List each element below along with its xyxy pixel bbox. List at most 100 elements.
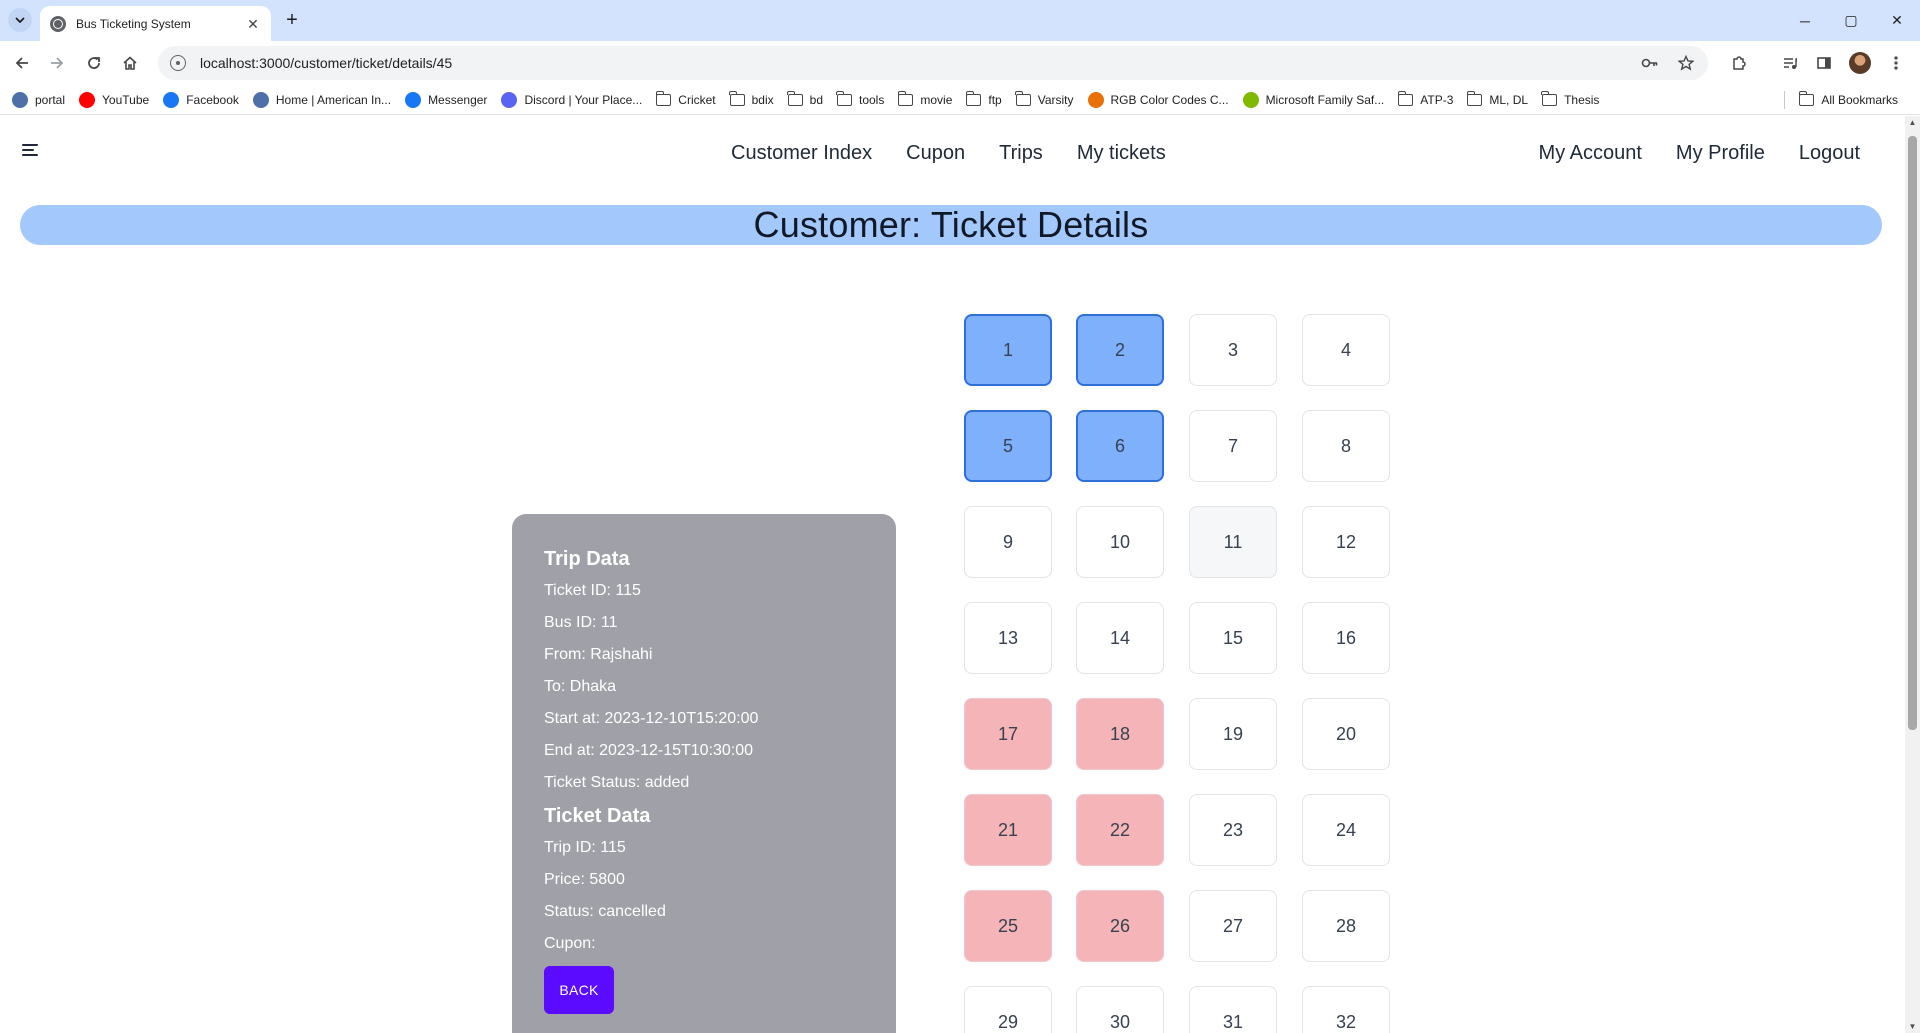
- seat-29[interactable]: 29: [964, 986, 1052, 1033]
- seat-16[interactable]: 16: [1302, 602, 1390, 674]
- bookmark-label: ftp: [988, 92, 1002, 107]
- all-bookmarks-button[interactable]: All Bookmarks: [1797, 88, 1906, 112]
- seat-4[interactable]: 4: [1302, 314, 1390, 386]
- home-icon[interactable]: [116, 49, 144, 77]
- back-arrow-icon[interactable]: [8, 49, 36, 77]
- seat-22[interactable]: 22: [1076, 794, 1164, 866]
- folder-icon: [787, 90, 803, 106]
- seat-31[interactable]: 31: [1189, 986, 1277, 1033]
- globe-icon: [50, 15, 66, 32]
- folder-icon: [1798, 90, 1815, 106]
- nav-my-profile[interactable]: My Profile: [1676, 142, 1765, 165]
- seat-10[interactable]: 10: [1076, 506, 1164, 578]
- seat-23[interactable]: 23: [1189, 794, 1277, 866]
- web-page: Customer Index Cupon Trips My tickets My…: [0, 116, 1920, 1033]
- forward-arrow-icon[interactable]: [43, 49, 71, 77]
- bookmark-item[interactable]: movie: [896, 88, 960, 112]
- site-info-icon[interactable]: [170, 55, 186, 71]
- trip-to: To: Dhaka: [544, 678, 617, 695]
- nav-customer-index[interactable]: Customer Index: [731, 142, 872, 165]
- bookmark-item[interactable]: RGB Color Codes C...: [1086, 88, 1237, 112]
- address-bar[interactable]: localhost:3000/customer/ticket/details/4…: [158, 46, 1708, 80]
- bookmark-item[interactable]: ML, DL: [1465, 88, 1536, 112]
- restore-button[interactable]: ▢: [1828, 0, 1874, 41]
- bookmark-star-icon[interactable]: [1672, 49, 1700, 77]
- page-scrollbar[interactable]: ▲ ▼: [1905, 116, 1920, 1033]
- url-text[interactable]: localhost:3000/customer/ticket/details/4…: [200, 55, 1636, 71]
- nav-cupon[interactable]: Cupon: [906, 142, 965, 165]
- extensions-puzzle-icon[interactable]: [1725, 49, 1753, 77]
- seat-7[interactable]: 7: [1189, 410, 1277, 482]
- nav-my-tickets[interactable]: My tickets: [1077, 142, 1166, 165]
- seat-28[interactable]: 28: [1302, 890, 1390, 962]
- minimize-button[interactable]: ─: [1782, 0, 1828, 41]
- seat-20[interactable]: 20: [1302, 698, 1390, 770]
- bookmark-item[interactable]: portal: [10, 88, 73, 112]
- scrollbar-thumb[interactable]: [1908, 136, 1917, 730]
- browser-tab-active[interactable]: Bus Ticketing System ✕: [40, 6, 271, 41]
- profile-avatar[interactable]: [1846, 49, 1874, 77]
- side-panel-icon[interactable]: [1810, 49, 1838, 77]
- scroll-down-icon[interactable]: ▼: [1908, 1022, 1917, 1031]
- bookmark-item[interactable]: ftp: [964, 88, 1009, 112]
- seat-13[interactable]: 13: [964, 602, 1052, 674]
- bookmark-item[interactable]: YouTube: [77, 88, 157, 112]
- bookmark-item[interactable]: bdix: [728, 88, 782, 112]
- seat-26[interactable]: 26: [1076, 890, 1164, 962]
- seat-8[interactable]: 8: [1302, 410, 1390, 482]
- bookmark-item[interactable]: Messenger: [403, 88, 495, 112]
- bookmark-item[interactable]: Home | American In...: [251, 88, 399, 112]
- bookmark-item[interactable]: Varsity: [1014, 88, 1082, 112]
- bookmark-item[interactable]: Microsoft Family Saf...: [1241, 88, 1393, 112]
- bookmark-item[interactable]: Cricket: [654, 88, 723, 112]
- trip-bus-id: Bus ID: 11: [544, 614, 618, 631]
- seat-18[interactable]: 18: [1076, 698, 1164, 770]
- seat-15[interactable]: 15: [1189, 602, 1277, 674]
- bookmark-label: tools: [859, 92, 885, 107]
- bookmark-item[interactable]: Discord | Your Place...: [499, 88, 650, 112]
- reload-icon[interactable]: [80, 49, 108, 77]
- bookmark-label: Messenger: [428, 92, 488, 107]
- trip-ticket-status: Ticket Status: added: [544, 774, 690, 791]
- seat-3[interactable]: 3: [1189, 314, 1277, 386]
- more-menu-icon[interactable]: [1882, 49, 1910, 77]
- folder-icon: [897, 90, 914, 106]
- trip-start: Start at: 2023-12-10T15:20:00: [544, 710, 759, 727]
- seat-6[interactable]: 6: [1076, 410, 1164, 482]
- seat-21[interactable]: 21: [964, 794, 1052, 866]
- bookmark-item[interactable]: bd: [786, 88, 831, 112]
- tab-search-button[interactable]: [8, 8, 32, 32]
- seat-11[interactable]: 11: [1189, 506, 1277, 578]
- seat-30[interactable]: 30: [1076, 986, 1164, 1033]
- window-close-button[interactable]: ✕: [1874, 0, 1920, 41]
- seat-9[interactable]: 9: [964, 506, 1052, 578]
- bookmark-item[interactable]: ATP-3: [1396, 88, 1461, 112]
- seat-14[interactable]: 14: [1076, 602, 1164, 674]
- seat-32[interactable]: 32: [1302, 986, 1390, 1033]
- bookmark-item[interactable]: Thesis: [1540, 88, 1607, 112]
- seat-25[interactable]: 25: [964, 890, 1052, 962]
- seat-2[interactable]: 2: [1076, 314, 1164, 386]
- seat-24[interactable]: 24: [1302, 794, 1390, 866]
- youtube-icon: [79, 91, 96, 108]
- seat-12[interactable]: 12: [1302, 506, 1390, 578]
- password-key-icon[interactable]: [1636, 49, 1664, 77]
- seat-19[interactable]: 19: [1189, 698, 1277, 770]
- nav-trips[interactable]: Trips: [999, 142, 1043, 165]
- globe-icon: [252, 91, 269, 108]
- seat-17[interactable]: 17: [964, 698, 1052, 770]
- bookmark-label: Thesis: [1564, 92, 1600, 107]
- bookmark-item[interactable]: Facebook: [161, 88, 247, 112]
- hamburger-menu-icon[interactable]: [22, 144, 40, 158]
- nav-my-account[interactable]: My Account: [1539, 142, 1642, 165]
- seat-1[interactable]: 1: [964, 314, 1052, 386]
- new-tab-button[interactable]: +: [280, 9, 304, 33]
- nav-logout[interactable]: Logout: [1799, 142, 1860, 165]
- seat-5[interactable]: 5: [964, 410, 1052, 482]
- media-queue-icon[interactable]: [1776, 49, 1804, 77]
- scroll-up-icon[interactable]: ▲: [1908, 118, 1917, 127]
- back-button[interactable]: BACK: [544, 966, 614, 1014]
- tab-close-icon[interactable]: ✕: [245, 16, 261, 32]
- bookmark-item[interactable]: tools: [835, 88, 892, 112]
- seat-27[interactable]: 27: [1189, 890, 1277, 962]
